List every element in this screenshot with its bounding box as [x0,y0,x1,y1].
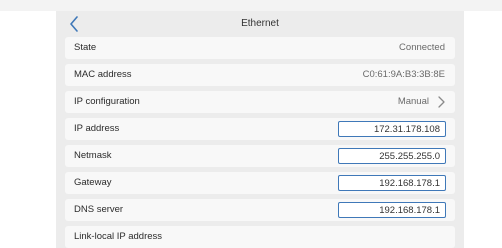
dns-server-input[interactable] [338,202,446,218]
ip-address-input[interactable] [338,121,446,137]
gateway-row: Gateway [65,172,455,194]
ip-configuration-label: IP configuration [74,96,140,107]
ip-configuration-row[interactable]: IP configuration Manual [65,91,455,113]
dns-server-label: DNS server [74,204,124,215]
page-title: Ethernet [241,18,279,29]
chevron-left-icon [70,16,78,32]
gateway-input[interactable] [338,175,446,191]
ip-address-row: IP address [65,118,455,140]
state-row: State Connected [65,37,455,59]
back-button[interactable] [64,13,84,35]
header-bar: Ethernet [56,11,464,37]
gateway-label: Gateway [74,177,112,188]
netmask-input[interactable] [338,148,446,164]
dns-server-row: DNS server [65,199,455,221]
mac-address-value: C0:61:9A:B3:3B:8E [362,69,445,80]
link-local-ip-row: Link-local IP address [65,226,455,248]
ethernet-settings-panel: Ethernet State Connected MAC address C0:… [56,11,464,248]
state-value: Connected [399,42,445,53]
netmask-label: Netmask [74,150,112,161]
state-label: State [74,42,97,53]
mac-address-label: MAC address [74,69,132,80]
chevron-right-icon [435,96,447,108]
ip-configuration-value: Manual [397,96,429,107]
mac-address-row: MAC address C0:61:9A:B3:3B:8E [65,64,455,86]
link-local-ip-label: Link-local IP address [74,231,163,242]
netmask-row: Netmask [65,145,455,167]
ip-address-label: IP address [74,123,120,134]
top-strip [0,0,502,11]
